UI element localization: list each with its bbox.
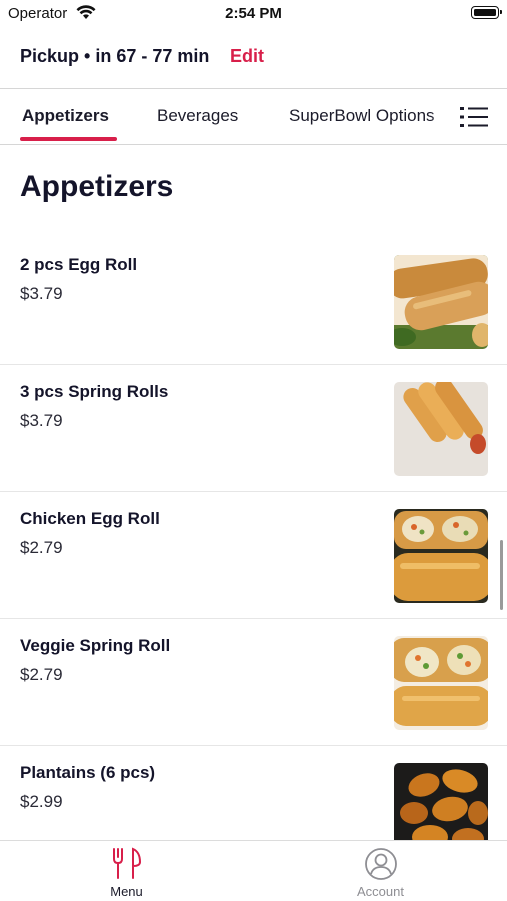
scroll-indicator[interactable] (500, 540, 503, 610)
item-name: Plantains (6 pcs) (20, 763, 156, 782)
item-name: Veggie Spring Roll (20, 636, 171, 655)
tab-account[interactable]: Account (254, 841, 507, 901)
category-list-icon[interactable] (460, 105, 488, 129)
chicken-egg-roll-photo (394, 509, 488, 603)
category-tabs: Appetizers Beverages SuperBowl Options (0, 89, 507, 145)
status-bar: Operator 2:54 PM (0, 0, 507, 28)
active-tab-indicator (20, 137, 117, 141)
tab-appetizers[interactable]: Appetizers (22, 106, 109, 126)
veggie-spring-roll-photo (394, 636, 488, 730)
tab-menu[interactable]: Menu (0, 841, 253, 901)
pickup-header: Pickup • in 67 - 77 min Edit (0, 28, 507, 89)
item-name: 3 pcs Spring Rolls (20, 382, 169, 401)
menu-item[interactable]: Chicken Egg Roll $2.79 (0, 491, 507, 619)
section-title: Appetizers (20, 170, 174, 203)
item-name: 2 pcs Egg Roll (20, 255, 138, 274)
item-price: $2.79 (20, 665, 63, 684)
fork-knife-icon (112, 847, 141, 879)
tab-menu-label: Menu (110, 884, 143, 899)
user-circle-icon (364, 848, 397, 880)
bottom-tab-bar: Menu Account (0, 840, 507, 901)
tab-account-label: Account (357, 884, 404, 899)
item-price: $3.79 (20, 411, 63, 430)
menu-item[interactable]: 3 pcs Spring Rolls $3.79 (0, 364, 507, 492)
spring-rolls-photo (394, 382, 488, 476)
tab-superbowl-options[interactable]: SuperBowl Options (289, 106, 435, 126)
menu-item[interactable]: Veggie Spring Roll $2.79 (0, 618, 507, 746)
battery-icon (471, 6, 502, 19)
item-price: $3.79 (20, 284, 63, 303)
item-price: $2.99 (20, 792, 63, 811)
item-name: Chicken Egg Roll (20, 509, 160, 528)
tab-beverages[interactable]: Beverages (157, 106, 238, 126)
egg-roll-photo (394, 255, 488, 349)
clock-time: 2:54 PM (225, 5, 282, 22)
menu-item[interactable]: 2 pcs Egg Roll $3.79 (0, 237, 507, 365)
edit-pickup-button[interactable]: Edit (230, 46, 264, 67)
item-price: $2.79 (20, 538, 63, 557)
pickup-time-text: Pickup • in 67 - 77 min (20, 46, 210, 66)
